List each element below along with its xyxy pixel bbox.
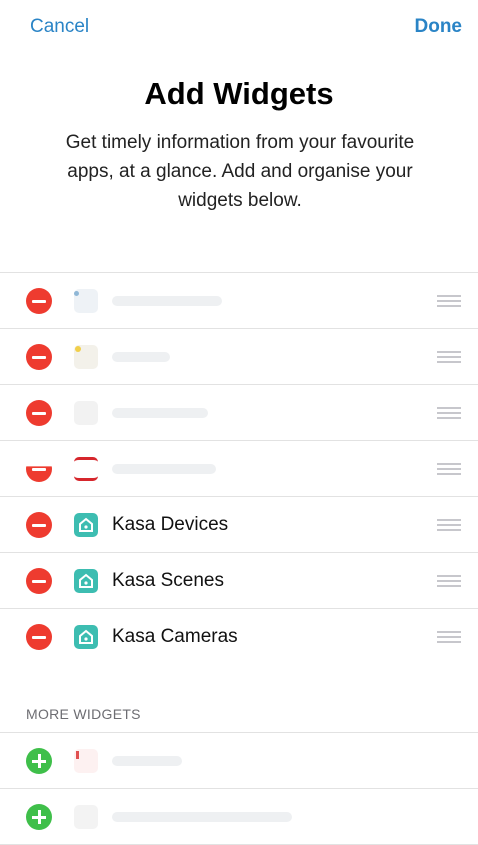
app-icon: [74, 805, 98, 829]
widget-label: Kasa Cameras: [112, 626, 238, 647]
navigation-bar: Cancel Done: [0, 0, 478, 60]
remove-widget-button[interactable]: [26, 288, 52, 314]
blurred-label: [112, 756, 182, 766]
remove-widget-button[interactable]: [26, 466, 52, 482]
add-widget-button[interactable]: [26, 804, 52, 830]
reorder-handle[interactable]: [437, 575, 461, 587]
app-icon: [74, 749, 98, 773]
widget-label: Kasa Devices: [112, 514, 229, 535]
remove-widget-button[interactable]: [26, 512, 52, 538]
reorder-handle[interactable]: [437, 463, 461, 475]
widget-row-kasa-devices: Kasa Devices: [0, 497, 478, 553]
page-subtitle: Get timely information from your favouri…: [65, 132, 415, 211]
blurred-label: [112, 464, 216, 474]
blurred-label: [112, 352, 170, 362]
page-title: Add Widgets: [144, 76, 334, 111]
cancel-button[interactable]: Cancel: [30, 16, 89, 38]
add-widget-button[interactable]: [26, 748, 52, 774]
section-title: MORE WIDGETS: [26, 706, 141, 722]
active-widgets-list: Kasa Devices Kasa Scenes Kasa Cameras: [0, 272, 478, 665]
more-widgets-header: MORE WIDGETS: [0, 660, 478, 732]
app-icon: [74, 401, 98, 425]
more-widget-row: [0, 733, 478, 789]
remove-widget-button[interactable]: [26, 624, 52, 650]
widget-row-kasa-scenes: Kasa Scenes: [0, 553, 478, 609]
section-spacer: [0, 232, 478, 270]
reorder-handle[interactable]: [437, 351, 461, 363]
widget-row: [0, 273, 478, 329]
reorder-handle[interactable]: [437, 295, 461, 307]
kasa-icon: [74, 513, 98, 537]
remove-widget-button[interactable]: [26, 400, 52, 426]
weather-icon: [74, 289, 98, 313]
more-widget-row: [0, 789, 478, 845]
widget-row-kasa-cameras: Kasa Cameras: [0, 609, 478, 665]
widget-row: [0, 385, 478, 441]
notes-icon: [74, 345, 98, 369]
more-widgets-list: [0, 732, 478, 845]
remove-widget-button[interactable]: [26, 568, 52, 594]
kasa-icon: [74, 625, 98, 649]
blurred-label: [112, 296, 222, 306]
app-icon: [74, 457, 98, 481]
reorder-handle[interactable]: [437, 519, 461, 531]
widget-label: Kasa Scenes: [112, 570, 224, 591]
done-button[interactable]: Done: [415, 16, 463, 38]
remove-widget-button[interactable]: [26, 344, 52, 370]
blurred-label: [112, 812, 292, 822]
widget-row: [0, 441, 478, 497]
blurred-label: [112, 408, 208, 418]
widget-row: [0, 329, 478, 385]
reorder-handle[interactable]: [437, 631, 461, 643]
kasa-icon: [74, 569, 98, 593]
reorder-handle[interactable]: [437, 407, 461, 419]
